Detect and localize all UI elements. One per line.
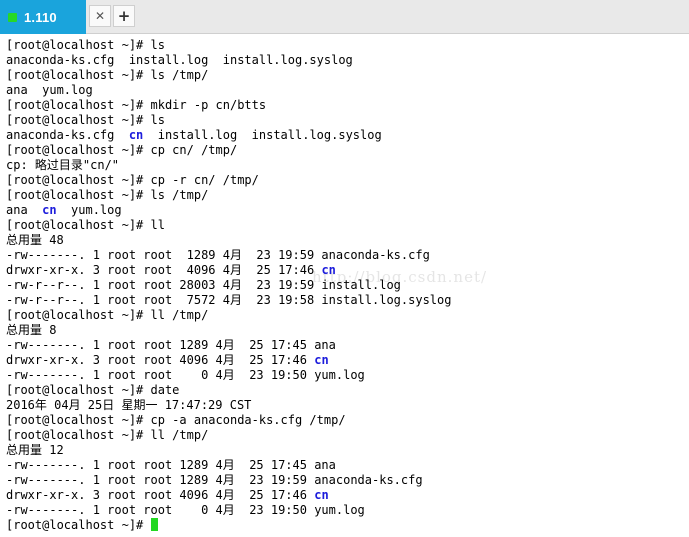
terminal-line: [root@localhost ~]# ls	[6, 38, 686, 53]
line-text: [root@localhost ~]# ls	[6, 113, 165, 127]
connection-status-icon	[8, 12, 17, 22]
line-text: drwxr-xr-x. 3 root root 4096 4月 25 17:46	[6, 488, 315, 502]
line-text: drwxr-xr-x. 3 root root 4096 4月 25 17:46	[6, 263, 322, 277]
terminal-line: 总用量 12	[6, 443, 686, 458]
line-text: anaconda-ks.cfg install.log install.log.…	[6, 53, 353, 67]
terminal-line: [root@localhost ~]# cp -r cn/ /tmp/	[6, 173, 686, 188]
line-text: [root@localhost ~]# ll /tmp/	[6, 428, 209, 442]
terminal-line: [root@localhost ~]# ls /tmp/	[6, 188, 686, 203]
line-text: yum.log	[56, 203, 122, 217]
terminal-line: -rw-r--r--. 1 root root 7572 4月 23 19:58…	[6, 293, 686, 308]
terminal-line: -rw-r--r--. 1 root root 28003 4月 23 19:5…	[6, 278, 686, 293]
line-text: 总用量 48	[6, 233, 64, 247]
terminal-line: 总用量 48	[6, 233, 686, 248]
terminal-line: 总用量 8	[6, 323, 686, 338]
line-text: 总用量 8	[6, 323, 57, 337]
terminal-line: drwxr-xr-x. 3 root root 4096 4月 25 17:46…	[6, 488, 686, 503]
terminal-line: [root@localhost ~]# ll /tmp/	[6, 428, 686, 443]
line-text: -rw-r--r--. 1 root root 28003 4月 23 19:5…	[6, 278, 401, 292]
line-text: drwxr-xr-x. 3 root root 4096 4月 25 17:46	[6, 353, 315, 367]
terminal-line: [root@localhost ~]# date	[6, 383, 686, 398]
terminal-line: -rw-------. 1 root root 0 4月 23 19:50 yu…	[6, 503, 686, 518]
terminal-line: anaconda-ks.cfg cn install.log install.l…	[6, 128, 686, 143]
tab-bar: 1.110 ✕ +	[0, 0, 689, 34]
line-text: -rw-------. 1 root root 1289 4月 25 17:45…	[6, 458, 336, 472]
directory-entry: cn	[314, 488, 329, 502]
terminal-line: -rw-------. 1 root root 0 4月 23 19:50 yu…	[6, 368, 686, 383]
line-text: 总用量 12	[6, 443, 64, 457]
terminal-line: -rw-------. 1 root root 1289 4月 25 17:45…	[6, 458, 686, 473]
line-text: -rw-------. 1 root root 1289 4月 25 17:45…	[6, 338, 336, 352]
line-text: ana	[6, 203, 43, 217]
line-text: -rw-------. 1 root root 1289 4月 23 19:59…	[6, 473, 423, 487]
line-text: install.log install.log.syslog	[143, 128, 382, 142]
directory-entry: cn	[42, 203, 57, 217]
line-text: -rw-------. 1 root root 0 4月 23 19:50 yu…	[6, 368, 365, 382]
close-tab-button[interactable]: ✕	[89, 5, 111, 27]
terminal-line: [root@localhost ~]# ls	[6, 113, 686, 128]
terminal-line: drwxr-xr-x. 3 root root 4096 4月 25 17:46…	[6, 353, 686, 368]
terminal-line: ana cn yum.log	[6, 203, 686, 218]
terminal-line: -rw-------. 1 root root 1289 4月 23 19:59…	[6, 473, 686, 488]
line-text: [root@localhost ~]# cp -r cn/ /tmp/	[6, 173, 259, 187]
terminal-line: [root@localhost ~]# mkdir -p cn/btts	[6, 98, 686, 113]
line-text: [root@localhost ~]# mkdir -p cn/btts	[6, 98, 267, 112]
text-cursor	[150, 518, 158, 531]
line-text: cp: 略过目录"cn/"	[6, 158, 120, 172]
directory-entry: cn	[314, 353, 329, 367]
line-text: [root@localhost ~]# ll	[6, 218, 165, 232]
line-text: [root@localhost ~]# cp -a anaconda-ks.cf…	[6, 413, 346, 427]
line-text: [root@localhost ~]# ls /tmp/	[6, 188, 209, 202]
line-text: -rw-r--r--. 1 root root 7572 4月 23 19:58…	[6, 293, 452, 307]
directory-entry: cn	[321, 263, 336, 277]
terminal-line: cp: 略过目录"cn/"	[6, 158, 686, 173]
terminal-window: 1.110 ✕ + http://blog.csdn.net/ [root@lo…	[0, 0, 689, 537]
line-text: [root@localhost ~]# date	[6, 383, 180, 397]
terminal-line: [root@localhost ~]# cp -a anaconda-ks.cf…	[6, 413, 686, 428]
terminal-line: [root@localhost ~]# ll	[6, 218, 686, 233]
line-text: [root@localhost ~]#	[6, 518, 151, 532]
terminal-line: anaconda-ks.cfg install.log install.log.…	[6, 53, 686, 68]
terminal-line: -rw-------. 1 root root 1289 4月 25 17:45…	[6, 338, 686, 353]
line-text: -rw-------. 1 root root 1289 4月 23 19:59…	[6, 248, 430, 262]
terminal-line: [root@localhost ~]# ll /tmp/	[6, 308, 686, 323]
line-text: -rw-------. 1 root root 0 4月 23 19:50 yu…	[6, 503, 365, 517]
session-tab-label: 1.110	[24, 9, 57, 25]
terminal-line: [root@localhost ~]# cp cn/ /tmp/	[6, 143, 686, 158]
terminal-line: [root@localhost ~]#	[6, 518, 686, 533]
terminal-line: drwxr-xr-x. 3 root root 4096 4月 25 17:46…	[6, 263, 686, 278]
terminal-line: ana yum.log	[6, 83, 686, 98]
line-text: [root@localhost ~]# ls /tmp/	[6, 68, 209, 82]
line-text: [root@localhost ~]# cp cn/ /tmp/	[6, 143, 238, 157]
line-text: anaconda-ks.cfg	[6, 128, 129, 142]
line-text: ana yum.log	[6, 83, 93, 97]
line-text: [root@localhost ~]# ls	[6, 38, 165, 52]
line-text: [root@localhost ~]# ll /tmp/	[6, 308, 209, 322]
new-tab-button[interactable]: +	[113, 5, 135, 27]
line-text: 2016年 04月 25日 星期一 17:47:29 CST	[6, 398, 252, 412]
session-tab[interactable]: 1.110	[0, 0, 86, 34]
terminal-line: [root@localhost ~]# ls /tmp/	[6, 68, 686, 83]
terminal-line: -rw-------. 1 root root 1289 4月 23 19:59…	[6, 248, 686, 263]
directory-entry: cn	[128, 128, 144, 142]
terminal-line: 2016年 04月 25日 星期一 17:47:29 CST	[6, 398, 686, 413]
terminal-output[interactable]: [root@localhost ~]# ls anaconda-ks.cfg in…	[6, 38, 686, 533]
